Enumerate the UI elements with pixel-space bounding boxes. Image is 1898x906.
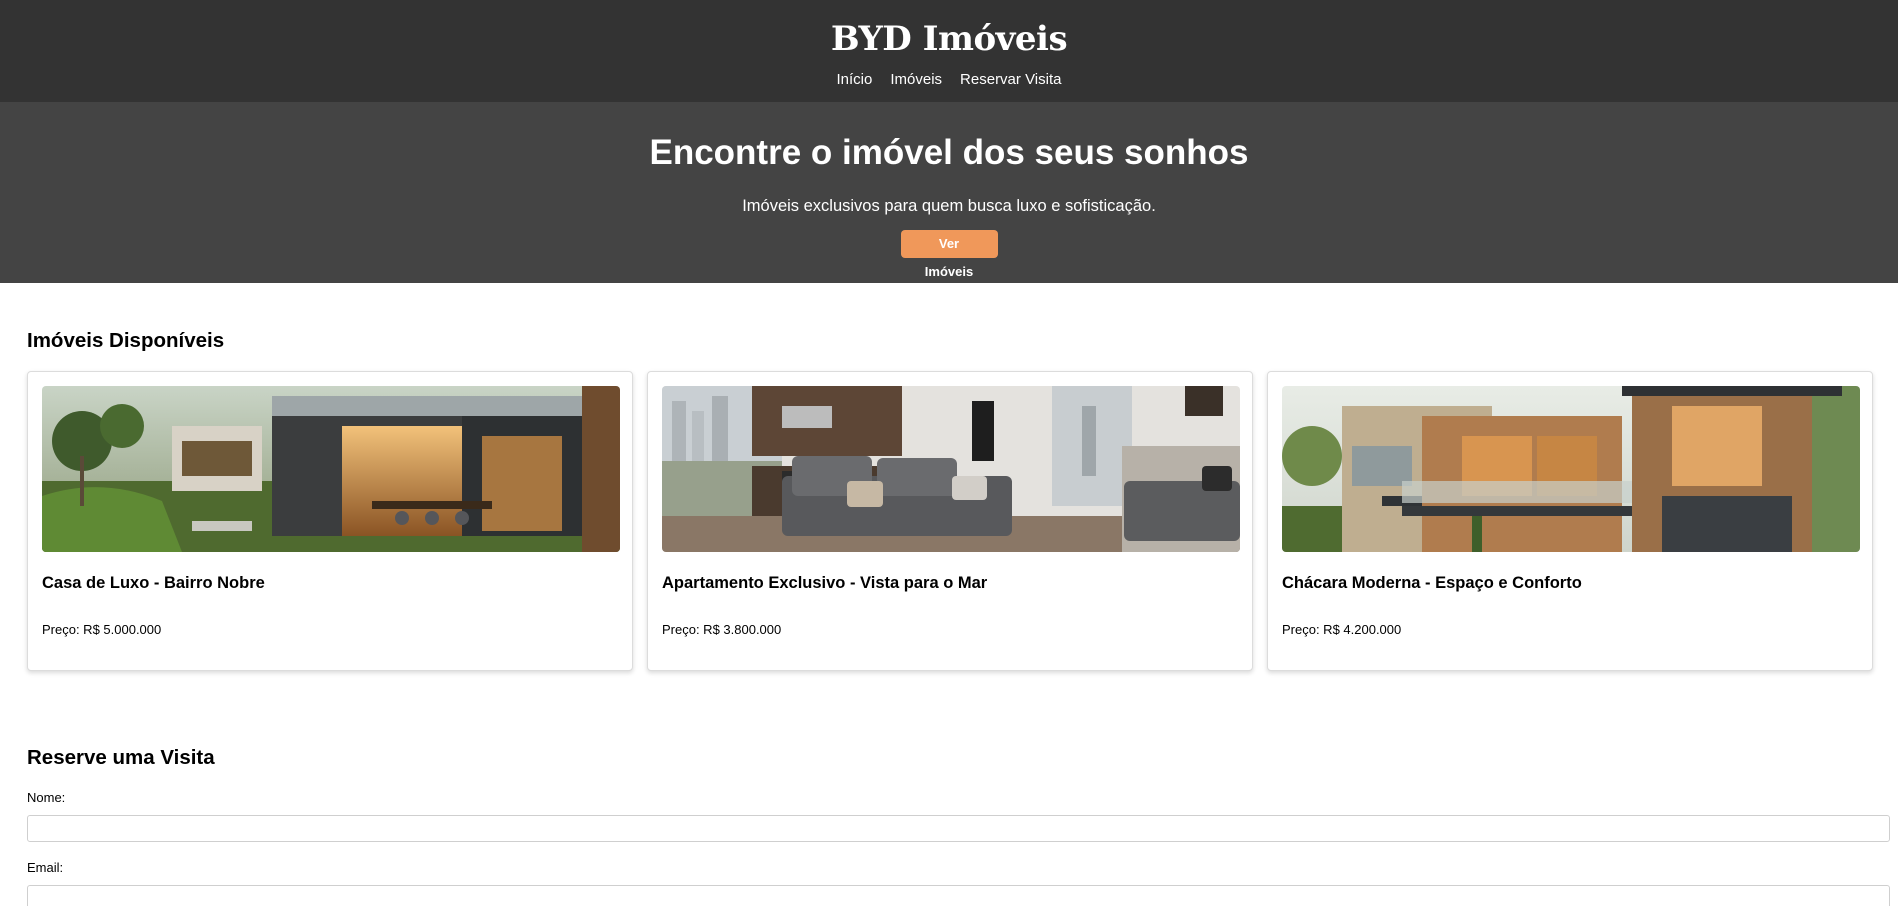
- property-price: Preço: R$ 5.000.000: [42, 622, 162, 637]
- email-label: Email:: [27, 860, 64, 875]
- property-price: Preço: R$ 3.800.000: [662, 622, 782, 637]
- nav-link-imoveis[interactable]: Imóveis: [890, 70, 942, 90]
- nav-link-reservar-visita[interactable]: Reservar Visita: [960, 70, 1061, 90]
- modern-house-facade-photo[interactable]: [1282, 386, 1860, 552]
- property-card[interactable]: Apartamento Exclusivo - Vista para o Mar…: [647, 371, 1253, 671]
- name-input[interactable]: [27, 815, 1890, 842]
- visit-form: Nome: Email:: [27, 790, 1890, 906]
- hero-title: Encontre o imóvel dos seus sonhos: [649, 133, 1249, 172]
- listings-section: Imóveis Disponíveis Casa de Luxo - Bairr…: [0, 283, 1898, 671]
- visit-form-section: Reserve uma Visita Nome: Email:: [0, 671, 1898, 906]
- property-card[interactable]: Chácara Moderna - Espaço e Conforto Preç…: [1267, 371, 1873, 671]
- site-header: BYD Imóveis Início Imóveis Reservar Visi…: [0, 0, 1898, 102]
- property-title[interactable]: Casa de Luxo - Bairro Nobre: [42, 573, 618, 593]
- visit-form-title: Reserve uma Visita: [27, 746, 215, 769]
- property-card-list: Casa de Luxo - Bairro Nobre Preço: R$ 5.…: [27, 371, 1873, 671]
- email-input[interactable]: [27, 885, 1890, 906]
- property-price: Preço: R$ 4.200.000: [1282, 622, 1402, 637]
- luxury-house-photo[interactable]: [42, 386, 620, 552]
- name-label: Nome:: [27, 790, 66, 805]
- listings-title: Imóveis Disponíveis: [27, 329, 225, 352]
- property-title[interactable]: Chácara Moderna - Espaço e Conforto: [1282, 573, 1858, 593]
- brand-logo[interactable]: BYD Imóveis: [0, 16, 1898, 62]
- nav-link-inicio[interactable]: Início: [837, 70, 873, 90]
- property-card[interactable]: Casa de Luxo - Bairro Nobre Preço: R$ 5.…: [27, 371, 633, 671]
- hero-subtitle: Imóveis exclusivos para quem busca luxo …: [742, 197, 1156, 215]
- property-title[interactable]: Apartamento Exclusivo - Vista para o Mar: [662, 573, 1238, 593]
- view-properties-button[interactable]: Ver Imóveis: [900, 230, 998, 279]
- main-nav: Início Imóveis Reservar Visita: [0, 70, 1898, 90]
- hero-banner: Encontre o imóvel dos seus sonhos Imóvei…: [0, 102, 1898, 283]
- apartment-living-room-photo[interactable]: [662, 386, 1240, 552]
